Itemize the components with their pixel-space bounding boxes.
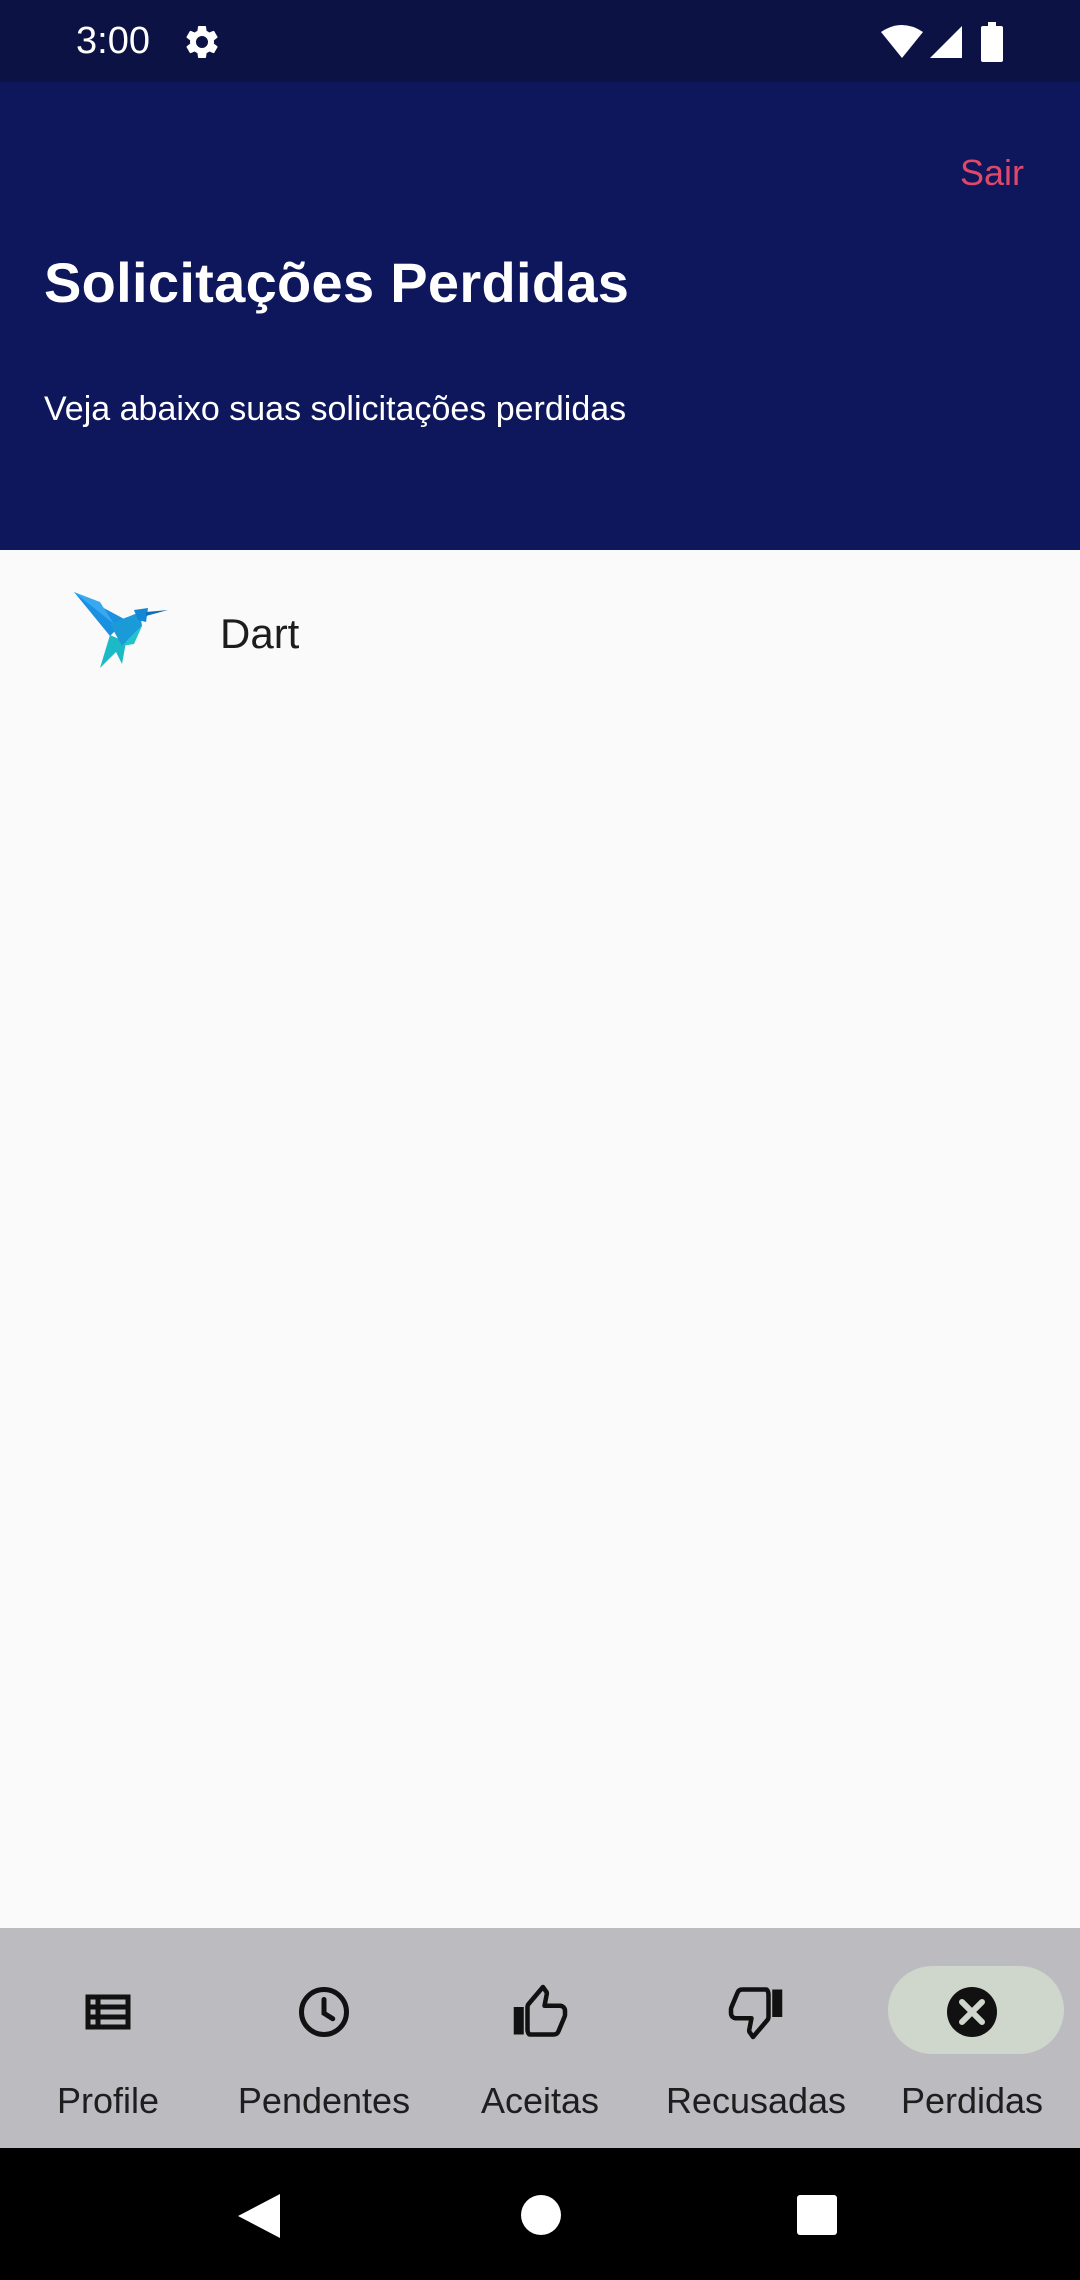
thumbs-up-icon [513, 1984, 568, 2037]
back-icon[interactable] [236, 2192, 282, 2240]
home-icon[interactable] [520, 2194, 562, 2236]
close-circle-icon [947, 1987, 997, 2037]
page-subtitle: Veja abaixo suas solicitações perdidas [44, 390, 627, 428]
clock-icon [299, 1987, 349, 2037]
bottom-navigation: Profile Pendentes Aceitas Recusadas Perd… [0, 1928, 1080, 2148]
page-title: Solicitações Perdidas [44, 251, 630, 314]
signal-icon [930, 26, 962, 58]
status-time: 3:00 [76, 20, 150, 62]
nav-item-recusadas[interactable]: Recusadas [648, 1928, 864, 2148]
page-header: Sair Solicitações Perdidas Veja abaixo s… [0, 82, 1080, 550]
list-item[interactable]: Dart [0, 580, 1080, 700]
nav-item-profile[interactable]: Profile [0, 1928, 216, 2148]
nav-label-pendentes: Pendentes [237, 2080, 411, 2121]
nav-label-profile: Profile [56, 2080, 160, 2121]
nav-label-perdidas: Perdidas [900, 2080, 1044, 2121]
list-icon [85, 1994, 131, 2030]
logout-button[interactable]: Sair [960, 152, 1024, 194]
item-name: Dart [220, 610, 300, 657]
battery-icon [981, 22, 1003, 62]
hummingbird-logo [74, 592, 168, 668]
gear-icon [186, 25, 218, 58]
nav-item-perdidas[interactable]: Perdidas [864, 1928, 1080, 2148]
recents-icon[interactable] [797, 2195, 837, 2235]
lost-requests-list: Dart [0, 550, 1080, 1928]
nav-label-recusadas: Recusadas [665, 2080, 847, 2121]
nav-item-aceitas[interactable]: Aceitas [432, 1928, 648, 2148]
wifi-icon [881, 25, 923, 58]
status-bar: 3:00 [0, 0, 1080, 82]
nav-item-pendentes[interactable]: Pendentes [216, 1928, 432, 2148]
nav-label-aceitas: Aceitas [480, 2080, 600, 2121]
thumbs-down-icon [728, 1987, 783, 2040]
